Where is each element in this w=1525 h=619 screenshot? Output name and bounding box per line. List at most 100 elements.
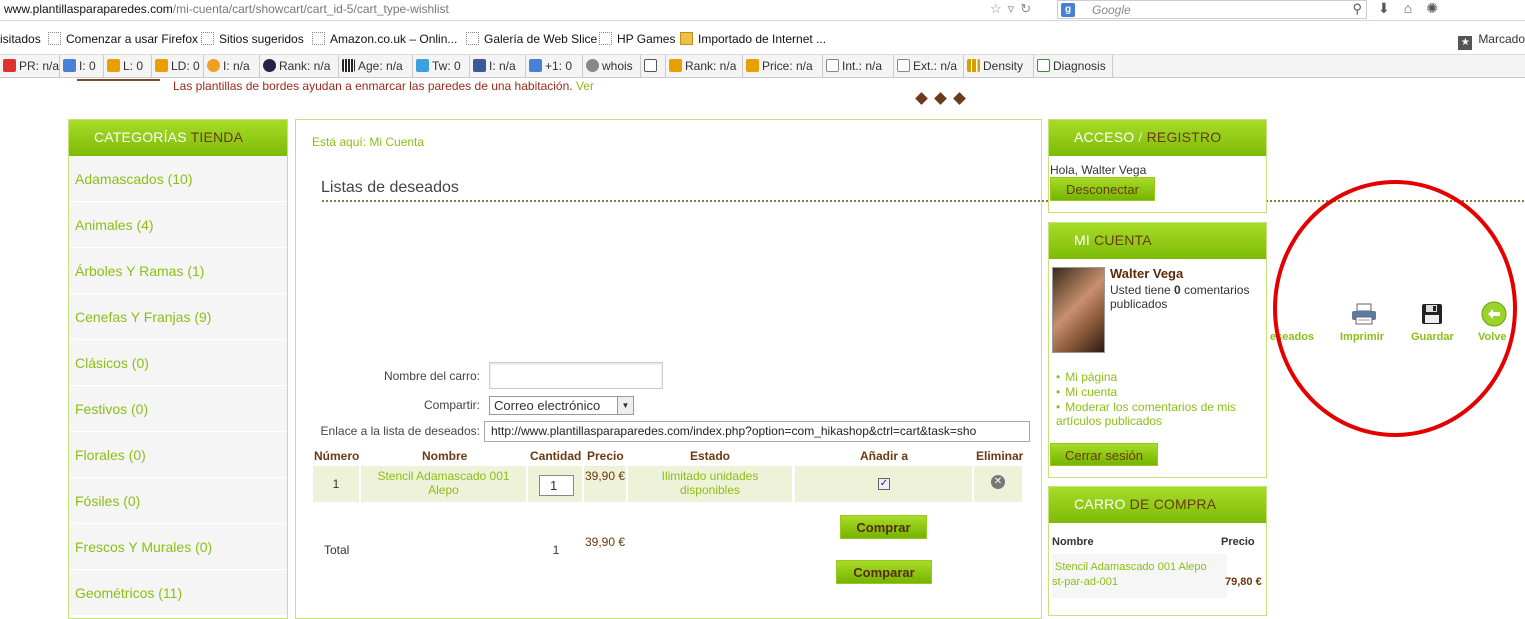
slider-dot[interactable]	[915, 92, 928, 105]
category-item[interactable]: Geométricos (11)	[69, 570, 287, 616]
category-item[interactable]: Frescos Y Murales (0)	[69, 524, 287, 570]
seo-icon	[155, 59, 168, 72]
url-text[interactable]: www.plantillasparaparedes.com/mi-cuenta/…	[4, 2, 449, 16]
category-item[interactable]: Festivos (0)	[69, 386, 287, 432]
avatar[interactable]	[1052, 267, 1105, 353]
seo-item[interactable]: PR: n/a	[0, 55, 60, 77]
bookmark-item[interactable]: Comenzar a usar Firefox	[48, 32, 198, 46]
compare-button[interactable]: Comparar	[836, 560, 932, 584]
cart-panel: CARRO DE COMPRA Nombre Precio Stencil Ad…	[1048, 486, 1267, 616]
search-box[interactable]: g Google ⚲	[1057, 0, 1367, 19]
account-link[interactable]: Mi cuenta	[1056, 385, 1117, 399]
bookmark-item[interactable]: Galería de Web Slice	[466, 32, 597, 46]
google-plus-icon	[529, 59, 542, 72]
account-link[interactable]: Moderar los comentarios de mis artículos…	[1056, 400, 1256, 428]
gear-icon[interactable]: ✺	[1426, 0, 1452, 16]
sign-out-button[interactable]: Cerrar sesión	[1050, 443, 1158, 466]
seo-item[interactable]: L: 0	[104, 55, 152, 77]
wishlist-link-input[interactable]: http://www.plantillasparaparedes.com/ind…	[484, 421, 1030, 442]
seo-item[interactable]: Price: n/a	[743, 55, 823, 77]
bookmark-label: HP Games	[617, 32, 676, 46]
seo-icon	[669, 59, 682, 72]
product-link[interactable]: Stencil Adamascado 001 Alepo	[366, 469, 521, 497]
header-rule	[77, 79, 160, 81]
tip-link[interactable]: Ver	[576, 79, 594, 93]
column-header: Nombre	[422, 449, 468, 463]
seo-item[interactable]: I: 0	[60, 55, 104, 77]
logout-button[interactable]: Desconectar	[1050, 177, 1155, 201]
hand-icon	[897, 59, 910, 72]
bookmark-label: Galería de Web Slice	[484, 32, 598, 46]
dropdown-arrow-icon[interactable]: ▿	[1008, 1, 1021, 16]
comments-prefix: Usted tiene	[1110, 283, 1171, 297]
seo-icon	[207, 59, 220, 72]
download-icon[interactable]: ⬇	[1378, 0, 1404, 16]
google-icon[interactable]: g	[1061, 3, 1075, 17]
seo-item[interactable]: I: n/a	[470, 55, 526, 77]
bookmark-item[interactable]: isitados	[0, 32, 41, 46]
seo-item[interactable]	[641, 55, 666, 77]
price-icon	[746, 59, 759, 72]
search-icon[interactable]: ⚲	[1352, 1, 1362, 17]
category-item[interactable]: Adamascados (10)	[69, 156, 287, 202]
wishlist-link-label: Enlace a la lista de deseados:	[320, 424, 480, 438]
quantity-input[interactable]: 1	[539, 475, 574, 496]
seo-item[interactable]: +1: 0	[526, 55, 583, 77]
seo-item[interactable]: Ext.: n/a	[894, 55, 964, 77]
seo-value: Diagnosis	[1053, 59, 1106, 73]
access-title: ACCESO / REGISTRO	[1049, 120, 1266, 156]
category-item[interactable]: Animales (4)	[69, 202, 287, 248]
total-quantity: 1	[552, 543, 560, 557]
category-item[interactable]: Fósiles (0)	[69, 478, 287, 524]
category-item[interactable]: Florales (0)	[69, 432, 287, 478]
slider-dot[interactable]	[953, 92, 966, 105]
user-name[interactable]: Walter Vega	[1110, 266, 1183, 281]
seo-value: I: n/a	[489, 59, 516, 73]
seo-item[interactable]: I: n/a	[204, 55, 260, 77]
bookmarks-menu[interactable]: ★ Marcado	[1458, 32, 1525, 50]
seo-item[interactable]: whois	[583, 55, 641, 77]
seo-item[interactable]: Density	[964, 55, 1034, 77]
category-item[interactable]: Árboles Y Ramas (1)	[69, 248, 287, 294]
seo-item[interactable]: Rank: n/a	[260, 55, 339, 77]
bookmark-item[interactable]: Sitios sugeridos	[201, 32, 304, 46]
share-select[interactable]: Correo electrónico ▼	[489, 396, 634, 415]
slider-dot[interactable]	[934, 92, 947, 105]
title-part: CATEGORÍAS	[94, 129, 187, 145]
seo-item[interactable]: Age: n/a	[339, 55, 413, 77]
breadcrumb: Está aquí: Mi Cuenta	[312, 135, 425, 149]
seo-value: +1: 0	[545, 59, 573, 73]
seo-value: Rank: n/a	[685, 59, 737, 73]
seo-value: Price: n/a	[762, 59, 813, 73]
bookmark-item[interactable]: Amazon.co.uk – Onlin...	[312, 32, 457, 46]
remove-icon[interactable]: ✕	[991, 475, 1005, 489]
cart-item-link[interactable]: Stencil Adamascado 001 Alepo	[1055, 561, 1207, 573]
star-icon: ★	[1458, 36, 1473, 50]
seo-item[interactable]: LD: 0	[152, 55, 204, 77]
bookmark-item[interactable]: HP Games	[599, 32, 675, 46]
seo-value: whois	[602, 59, 633, 73]
seo-item[interactable]: Tw: 0	[413, 55, 470, 77]
column-header: Añadir a	[860, 449, 909, 463]
category-item[interactable]: Cenefas Y Franjas (9)	[69, 294, 287, 340]
cart-col-price: Precio	[1221, 536, 1255, 548]
folder-icon	[680, 32, 693, 45]
seo-item[interactable]: Diagnosis	[1034, 55, 1113, 77]
page-icon	[201, 32, 214, 45]
cart-name-input[interactable]	[489, 362, 663, 389]
buy-button[interactable]: Comprar	[840, 515, 927, 539]
page-icon	[466, 32, 479, 45]
account-link[interactable]: Mi página	[1056, 370, 1117, 384]
category-item[interactable]: Clásicos (0)	[69, 340, 287, 386]
star-icon[interactable]: ☆	[990, 1, 1008, 16]
home-icon[interactable]: ⌂	[1404, 0, 1426, 16]
column-header: Precio	[587, 449, 624, 463]
add-to-checkbox[interactable]: ✓	[878, 478, 890, 490]
tip-text: Las plantillas de bordes ayudan a enmarc…	[173, 79, 573, 93]
page-icon	[312, 32, 325, 45]
cart-name-label: Nombre del carro:	[383, 369, 480, 383]
reload-icon[interactable]: ↻	[1020, 1, 1037, 16]
seo-item[interactable]: Rank: n/a	[666, 55, 743, 77]
bookmark-item[interactable]: Importado de Internet ...	[680, 32, 826, 46]
seo-item[interactable]: Int.: n/a	[823, 55, 894, 77]
